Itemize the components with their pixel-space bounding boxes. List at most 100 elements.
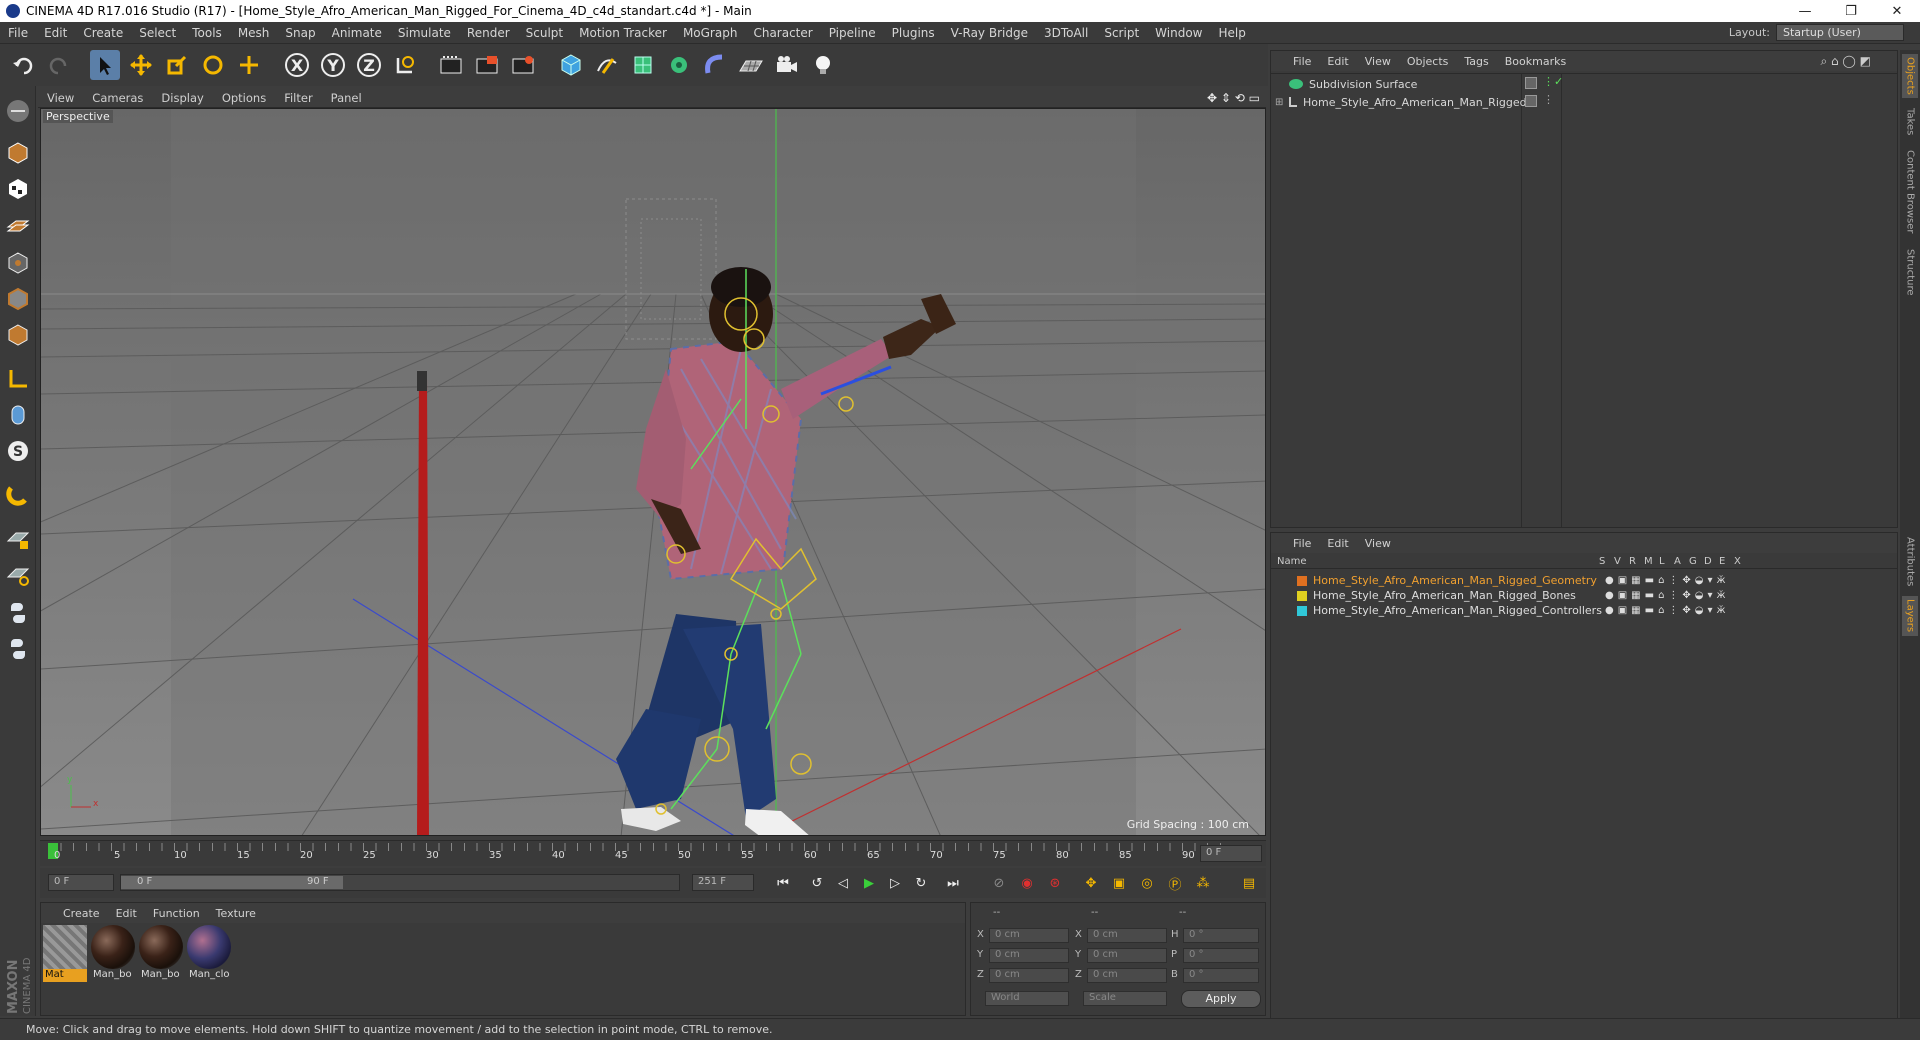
python-script-icon[interactable] (3, 598, 33, 628)
menu-tools[interactable]: Tools (184, 26, 230, 40)
redo-icon[interactable] (44, 50, 74, 80)
make-editable-icon[interactable] (3, 96, 33, 126)
layer-toggle-icons[interactable]: ●▣▦▬⌂⋮✥◒▾ӂ (1605, 575, 1730, 586)
layer-row-geometry[interactable]: Home_Style_Afro_American_Man_Rigged_Geom… (1275, 573, 1895, 588)
go-to-end-icon[interactable]: ⏭ (942, 872, 964, 894)
menu-mesh[interactable]: Mesh (230, 26, 278, 40)
mograph-cloner-icon[interactable] (664, 50, 694, 80)
move-tool-icon[interactable] (126, 50, 156, 80)
floor-object-icon[interactable] (736, 50, 766, 80)
om-menu-objects[interactable]: Objects (1399, 55, 1457, 68)
menu-plugins[interactable]: Plugins (884, 26, 943, 40)
pen-spline-icon[interactable] (592, 50, 622, 80)
viewport-menu-panel[interactable]: Panel (322, 91, 371, 105)
om-menu-file[interactable]: File (1285, 55, 1319, 68)
key-parameter-icon[interactable]: Ⓟ (1164, 872, 1186, 894)
layer-tag-icon[interactable] (1525, 77, 1537, 89)
menu-edit[interactable]: Edit (36, 26, 75, 40)
tab-attributes[interactable]: Attributes (1902, 534, 1918, 590)
menu-create[interactable]: Create (75, 26, 131, 40)
workplane-lock-icon[interactable] (3, 524, 33, 554)
viewport-menu-filter[interactable]: Filter (275, 91, 321, 105)
next-frame-icon[interactable]: ▷ (884, 872, 906, 894)
layer-toggle-icons[interactable]: ●▣▦▬⌂⋮✥◒▾ӂ (1605, 605, 1730, 616)
lm-menu-view[interactable]: View (1357, 537, 1399, 550)
menu-vray-bridge[interactable]: V-Ray Bridge (943, 26, 1036, 40)
om-menu-view[interactable]: View (1357, 55, 1399, 68)
preview-range-slider[interactable]: 0 F 90 F (120, 874, 680, 891)
snap-icon[interactable]: S (3, 436, 33, 466)
expand-plus-icon[interactable]: ⊞ (1275, 97, 1285, 108)
pos-y-field[interactable]: 0 cm (989, 948, 1069, 963)
om-search-icon[interactable]: ⌕ ⌂ ◯ ◩ (1820, 54, 1871, 69)
tab-takes[interactable]: Takes (1902, 104, 1918, 140)
menu-window[interactable]: Window (1147, 26, 1210, 40)
menu-mograph[interactable]: MoGraph (675, 26, 746, 40)
mm-menu-function[interactable]: Function (145, 907, 208, 920)
viewport-menu-options[interactable]: Options (213, 91, 275, 105)
light-icon[interactable] (808, 50, 838, 80)
menu-pipeline[interactable]: Pipeline (821, 26, 884, 40)
layer-color-swatch[interactable] (1297, 590, 1307, 601)
size-z-field[interactable]: 0 cm (1087, 968, 1167, 983)
menu-character[interactable]: Character (745, 26, 820, 40)
magnet-snap-icon[interactable] (3, 480, 33, 510)
subdivision-surface-icon[interactable] (628, 50, 658, 80)
enabled-check-icon[interactable]: ⋮✓ (1543, 75, 1563, 88)
workplane-icon[interactable] (3, 560, 33, 590)
layer-row-controllers[interactable]: Home_Style_Afro_American_Man_Rigged_Cont… (1275, 603, 1895, 618)
mm-menu-create[interactable]: Create (55, 907, 108, 920)
object-row-subdivision-surface[interactable]: Subdivision Surface (1275, 75, 1417, 93)
coordinate-system-icon[interactable] (390, 50, 420, 80)
perspective-viewport[interactable]: Perspective y x Grid Spacing : 100 cm (40, 108, 1266, 836)
edges-mode-icon[interactable] (3, 284, 33, 314)
render-view-icon[interactable] (436, 50, 466, 80)
key-scale-icon[interactable]: ▣ (1108, 872, 1130, 894)
previous-key-icon[interactable]: ↺ (806, 872, 828, 894)
axis-z-lock[interactable]: Z (354, 50, 384, 80)
cube-object-icon[interactable] (556, 50, 586, 80)
pos-z-field[interactable]: 0 cm (989, 968, 1069, 983)
minimize-button[interactable]: — (1782, 0, 1828, 22)
model-mode-icon[interactable] (3, 138, 33, 168)
om-menu-tags[interactable]: Tags (1456, 55, 1496, 68)
size-y-field[interactable]: 0 cm (1087, 948, 1167, 963)
material-swatch[interactable]: Man_bo (139, 925, 183, 983)
timeline-ruler[interactable]: 0 5 10 15 20 25 30 35 40 45 50 55 60 65 … (40, 840, 1266, 866)
motion-path-icon[interactable]: ⊘ (988, 872, 1010, 894)
autokeying-icon[interactable]: ⊛ (1044, 872, 1066, 894)
points-mode-icon[interactable] (3, 248, 33, 278)
material-swatch[interactable]: Man_clo (187, 925, 231, 983)
axis-x-lock[interactable]: X (282, 50, 312, 80)
deformer-icon[interactable] (700, 50, 730, 80)
layer-toggle-icons[interactable]: ●▣▦▬⌂⋮✥◒▾ӂ (1605, 590, 1730, 601)
python-script-icon-2[interactable] (3, 634, 33, 664)
pos-x-field[interactable]: 0 cm (989, 928, 1069, 943)
render-settings-icon[interactable] (508, 50, 538, 80)
menu-simulate[interactable]: Simulate (390, 26, 459, 40)
menu-3dtoall[interactable]: 3DToAll (1036, 26, 1096, 40)
mm-menu-texture[interactable]: Texture (208, 907, 264, 920)
visibility-dots-icon[interactable]: ⋮ (1543, 93, 1554, 106)
tab-objects[interactable]: Objects (1902, 54, 1918, 98)
lm-menu-edit[interactable]: Edit (1319, 537, 1356, 550)
close-button[interactable]: ✕ (1874, 0, 1920, 22)
mm-menu-edit[interactable]: Edit (108, 907, 145, 920)
layer-color-swatch[interactable] (1297, 605, 1307, 616)
layer-row-bones[interactable]: Home_Style_Afro_American_Man_Rigged_Bone… (1275, 588, 1895, 603)
key-position-icon[interactable]: ✥ (1080, 872, 1102, 894)
menu-sculpt[interactable]: Sculpt (518, 26, 571, 40)
object-row-rigged-man[interactable]: ⊞ Home_Style_Afro_American_Man_Rigged (1275, 93, 1527, 111)
axis-y-lock[interactable]: Y (318, 50, 348, 80)
key-point-level-icon[interactable]: ⁂ (1192, 872, 1214, 894)
record-keys-icon[interactable]: ◉ (1016, 872, 1038, 894)
layout-dropdown[interactable]: Startup (User) (1776, 24, 1904, 41)
menu-select[interactable]: Select (131, 26, 184, 40)
tab-structure[interactable]: Structure (1902, 244, 1918, 300)
menu-script[interactable]: Script (1096, 26, 1147, 40)
last-tool-icon[interactable] (234, 50, 264, 80)
maximize-button[interactable]: ❐ (1828, 0, 1874, 22)
menu-file[interactable]: File (0, 26, 36, 40)
current-frame-field[interactable]: 0 F (1200, 845, 1262, 862)
workplane-mode-icon[interactable] (3, 210, 33, 240)
